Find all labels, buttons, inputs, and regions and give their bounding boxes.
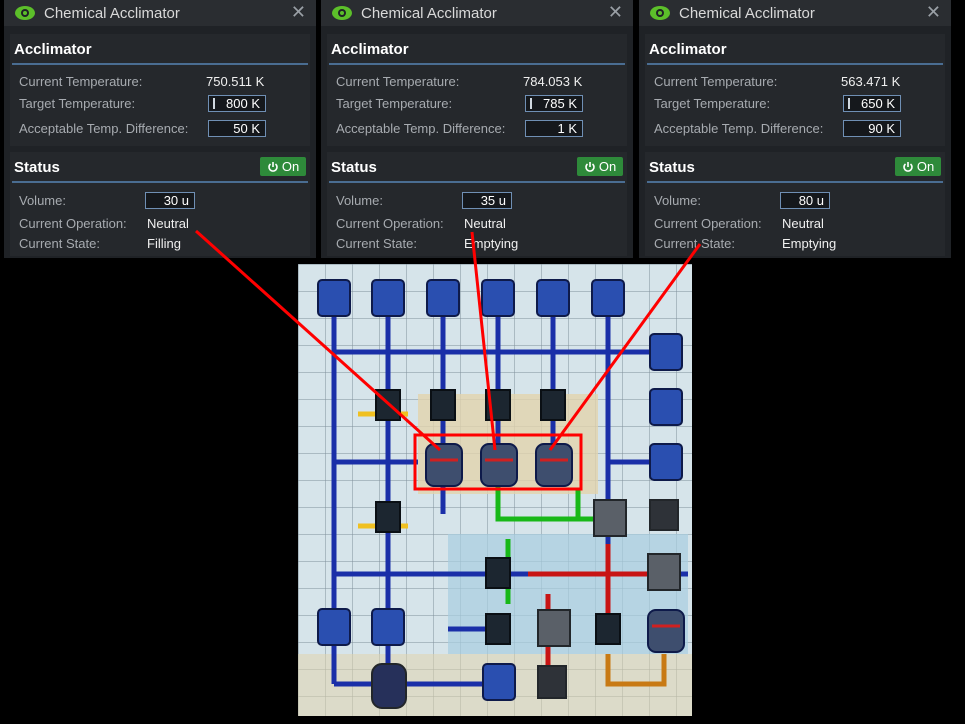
operation-value: Neutral xyxy=(782,216,824,231)
section-header: Status xyxy=(331,159,377,176)
volume-input[interactable]: 80 u xyxy=(780,192,830,209)
window-titlebar[interactable]: Chemical Acclimator ✕ xyxy=(321,0,633,26)
window-title: Chemical Acclimator xyxy=(361,5,497,22)
volume-input[interactable]: 35 u xyxy=(462,192,512,209)
target-temperature-input[interactable]: 650 K xyxy=(843,95,901,112)
acclimator-section: Acclimator Current Temperature: 784.053 … xyxy=(327,34,627,146)
current-temperature-value: 750.511 K xyxy=(206,74,265,89)
window-title: Chemical Acclimator xyxy=(679,5,815,22)
power-toggle-button[interactable]: On xyxy=(577,157,623,176)
state-value: Filling xyxy=(147,236,181,251)
volume-label: Volume: xyxy=(654,193,701,208)
power-icon xyxy=(585,162,595,172)
acceptable-diff-input[interactable]: 50 K xyxy=(208,120,266,137)
power-icon xyxy=(268,162,278,172)
status-section: Status On Volume: 80 u Current Operation… xyxy=(645,152,945,256)
power-toggle-button[interactable]: On xyxy=(260,157,306,176)
acceptable-diff-label: Acceptable Temp. Difference: xyxy=(19,121,189,136)
current-temperature-value: 563.471 K xyxy=(841,74,901,89)
state-value: Emptying xyxy=(782,236,837,251)
section-divider xyxy=(12,181,308,183)
acclimator-section: Acclimator Current Temperature: 563.471 … xyxy=(645,34,945,146)
window-title: Chemical Acclimator xyxy=(44,5,180,22)
current-temperature-value: 784.053 K xyxy=(523,74,583,89)
chemical-acclimator-window-1: Chemical Acclimator ✕ Acclimator Current… xyxy=(4,0,316,258)
section-divider xyxy=(329,63,625,65)
target-temperature-input[interactable]: 785 K xyxy=(525,95,583,112)
acclimator-section: Acclimator Current Temperature: 750.511 … xyxy=(10,34,310,146)
section-header: Acclimator xyxy=(14,41,92,58)
close-icon[interactable]: ✕ xyxy=(291,2,306,23)
power-toggle-button[interactable]: On xyxy=(895,157,941,176)
operation-label: Current Operation: xyxy=(336,216,444,231)
acceptable-diff-input[interactable]: 90 K xyxy=(843,120,901,137)
volume-input[interactable]: 30 u xyxy=(145,192,195,209)
target-temperature-label: Target Temperature: xyxy=(654,96,771,111)
section-divider xyxy=(329,181,625,183)
window-titlebar[interactable]: Chemical Acclimator ✕ xyxy=(4,0,316,26)
acceptable-diff-input[interactable]: 1 K xyxy=(525,120,583,137)
operation-label: Current Operation: xyxy=(19,216,127,231)
close-icon[interactable]: ✕ xyxy=(926,2,941,23)
section-divider xyxy=(647,181,943,183)
volume-label: Volume: xyxy=(336,193,383,208)
state-value: Emptying xyxy=(464,236,519,251)
state-label: Current State: xyxy=(654,236,735,251)
section-divider xyxy=(647,63,943,65)
section-header: Acclimator xyxy=(331,41,409,58)
section-header: Acclimator xyxy=(649,41,727,58)
close-icon[interactable]: ✕ xyxy=(608,2,623,23)
eye-icon[interactable] xyxy=(331,5,353,21)
volume-label: Volume: xyxy=(19,193,66,208)
chemical-acclimator-window-3: Chemical Acclimator ✕ Acclimator Current… xyxy=(639,0,951,258)
target-temperature-label: Target Temperature: xyxy=(336,96,453,111)
current-temperature-label: Current Temperature: xyxy=(336,74,460,89)
state-label: Current State: xyxy=(336,236,417,251)
status-section: Status On Volume: 30 u Current Operation… xyxy=(10,152,310,256)
section-header: Status xyxy=(14,159,60,176)
section-divider xyxy=(12,63,308,65)
operation-value: Neutral xyxy=(147,216,189,231)
state-label: Current State: xyxy=(19,236,100,251)
acceptable-diff-label: Acceptable Temp. Difference: xyxy=(336,121,506,136)
game-world-view[interactable] xyxy=(298,264,692,716)
acceptable-diff-label: Acceptable Temp. Difference: xyxy=(654,121,824,136)
operation-value: Neutral xyxy=(464,216,506,231)
eye-icon[interactable] xyxy=(649,5,671,21)
target-temperature-label: Target Temperature: xyxy=(19,96,136,111)
eye-icon[interactable] xyxy=(14,5,36,21)
current-temperature-label: Current Temperature: xyxy=(19,74,143,89)
station-floor-map xyxy=(298,264,692,716)
current-temperature-label: Current Temperature: xyxy=(654,74,778,89)
target-temperature-input[interactable]: 800 K xyxy=(208,95,266,112)
power-icon xyxy=(903,162,913,172)
chemical-acclimator-window-2: Chemical Acclimator ✕ Acclimator Current… xyxy=(321,0,633,258)
window-titlebar[interactable]: Chemical Acclimator ✕ xyxy=(639,0,951,26)
status-section: Status On Volume: 35 u Current Operation… xyxy=(327,152,627,256)
operation-label: Current Operation: xyxy=(654,216,762,231)
section-header: Status xyxy=(649,159,695,176)
